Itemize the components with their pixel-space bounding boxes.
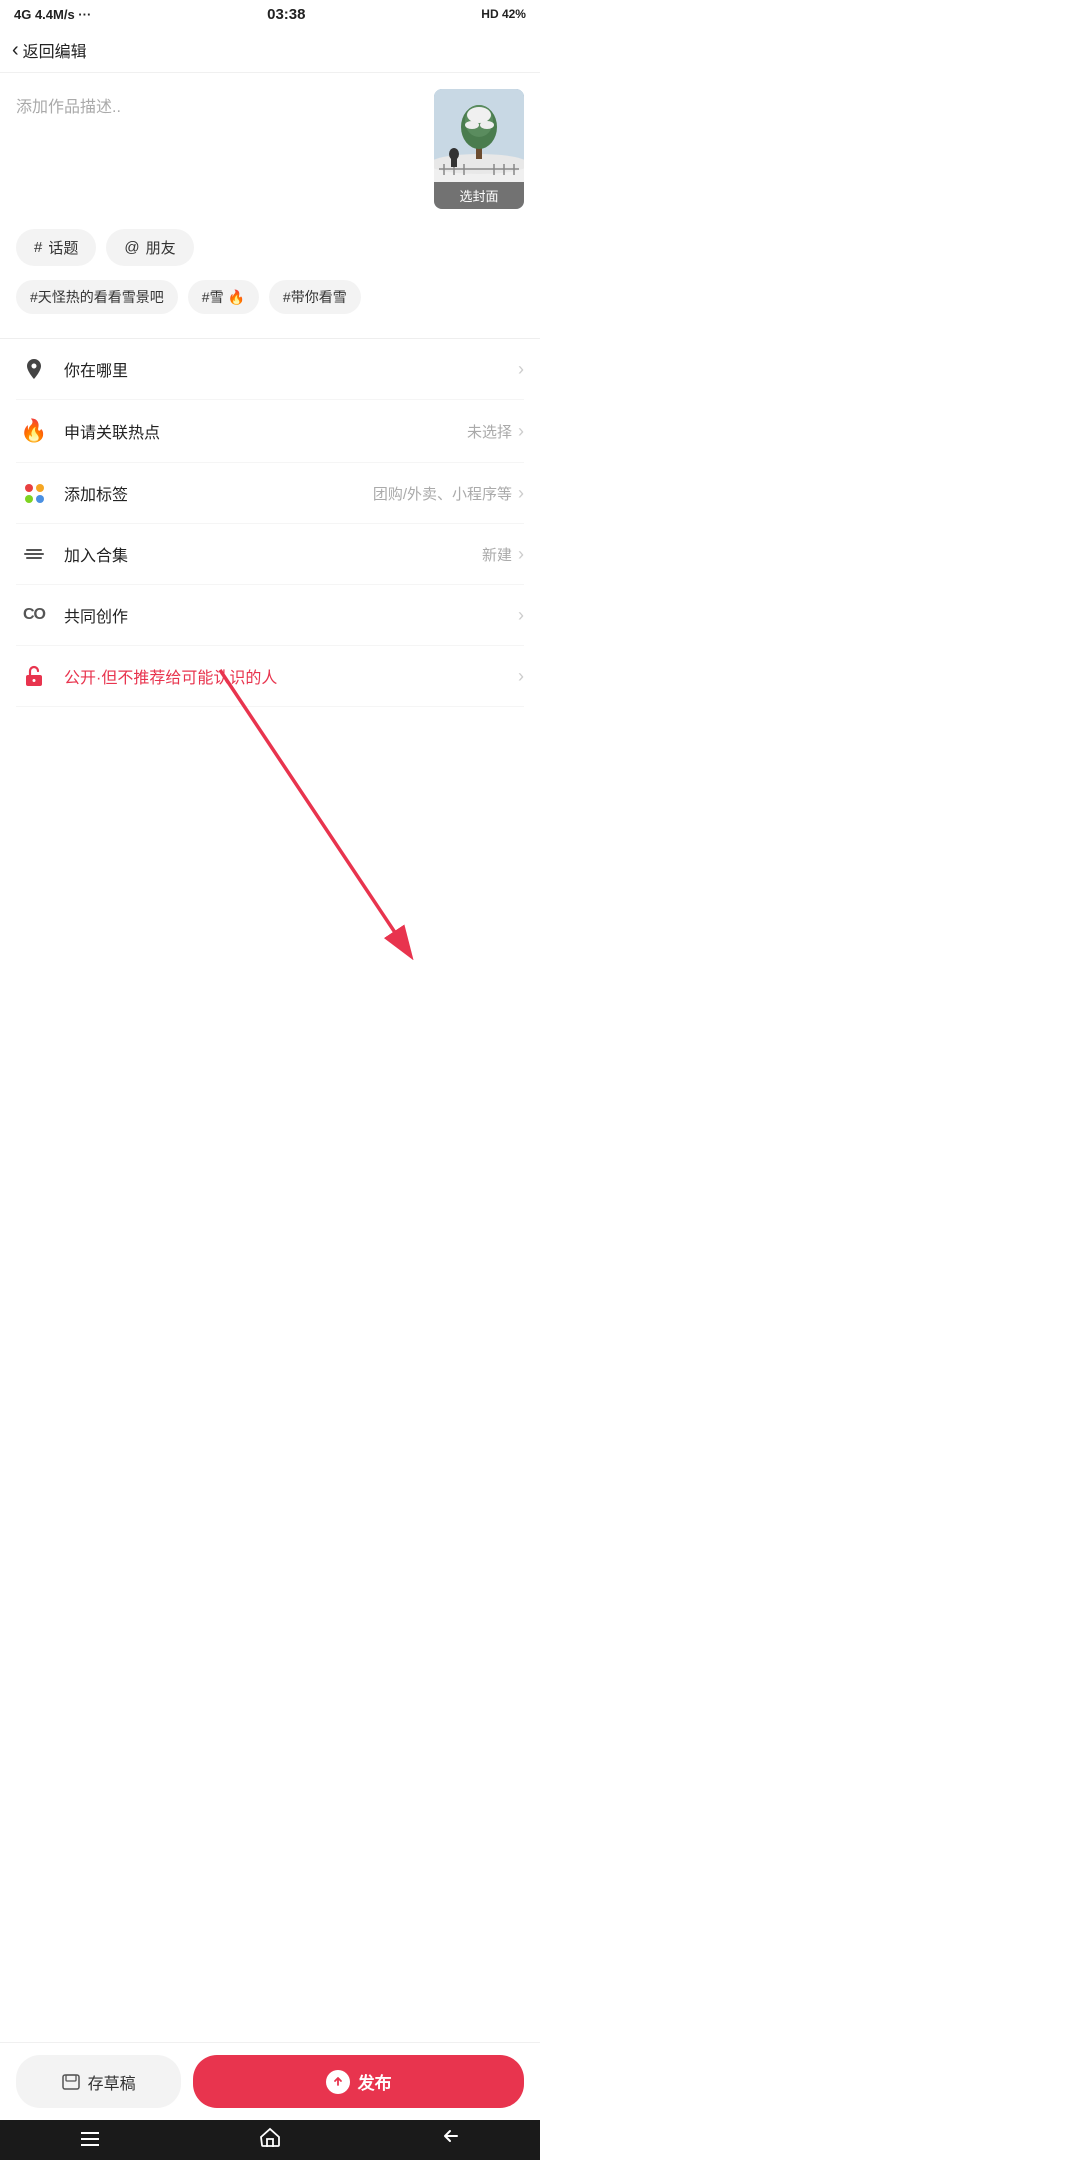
menu-item-hotpoint[interactable]: 🔥 申请关联热点 未选择 › [16, 400, 524, 463]
back-label: 返回编辑 [23, 38, 87, 62]
back-button[interactable]: ‹ 返回编辑 [12, 38, 87, 62]
mention-label: 朋友 [146, 237, 176, 258]
nav-menu-icon[interactable] [78, 2125, 102, 2155]
nav-bar [0, 2120, 540, 2160]
hashtag-label: 话题 [48, 237, 78, 258]
location-arrow-icon: › [518, 359, 524, 380]
page-wrapper: 4G 4.4M/s ··· 03:38 HD 42% ‹ 返回编辑 添加作品描述… [0, 0, 540, 1080]
thumbnail-label[interactable]: 选封面 [434, 182, 524, 209]
lock-icon [16, 664, 52, 688]
hotpoint-value: 未选择 [467, 421, 512, 442]
collab-arrow-icon: › [518, 605, 524, 626]
location-label: 你在哪里 [64, 357, 512, 381]
thumbnail-wrap[interactable]: 选封面 [434, 89, 524, 209]
status-bar: 4G 4.4M/s ··· 03:38 HD 42% [0, 0, 540, 28]
desc-section: 添加作品描述.. [16, 89, 524, 209]
privacy-label: 公开·但不推荐给可能认识的人 [64, 664, 512, 688]
tag-buttons-row: # 话题 @ 朋友 [16, 229, 524, 266]
tags-label: 添加标签 [64, 481, 373, 505]
dots-icon [16, 484, 52, 503]
nav-home-icon[interactable] [258, 2125, 282, 2155]
menu-item-location[interactable]: 你在哪里 › [16, 339, 524, 400]
bottom-spacer [0, 707, 540, 807]
draft-icon [62, 2074, 80, 2090]
hashtag-icon: # [34, 239, 42, 256]
collection-arrow-icon: › [518, 544, 524, 565]
mention-icon: @ [124, 239, 139, 256]
menu-item-privacy[interactable]: 公开·但不推荐给可能认识的人 › [16, 646, 524, 707]
hashtag-chip-2[interactable]: #带你看雪 [269, 280, 361, 314]
hotpoint-label: 申请关联热点 [64, 419, 467, 443]
header: ‹ 返回编辑 [0, 28, 540, 73]
hashtag-button[interactable]: # 话题 [16, 229, 96, 266]
menu-item-collection[interactable]: 加入合集 新建 › [16, 524, 524, 585]
location-icon [16, 357, 52, 381]
collection-label: 加入合集 [64, 542, 482, 566]
hotpoint-arrow-icon: › [518, 421, 524, 442]
privacy-arrow-icon: › [518, 666, 524, 687]
bottom-bar: 存草稿 发布 [0, 2042, 540, 2120]
signal-text: 4G 4.4M/s ··· [14, 7, 91, 22]
publish-icon [326, 2070, 350, 2094]
hashtag-chip-1[interactable]: #雪 🔥 [188, 280, 259, 314]
collab-label: 共同创作 [64, 603, 512, 627]
collection-value: 新建 [482, 544, 512, 565]
description-input[interactable]: 添加作品描述.. [16, 89, 422, 209]
menu-list: 你在哪里 › 🔥 申请关联热点 未选择 › 添加标签 [0, 339, 540, 707]
hashtag-chip-0[interactable]: #天怪热的看看雪景吧 [16, 280, 178, 314]
save-draft-label: 存草稿 [88, 2070, 136, 2094]
nav-back-icon[interactable] [438, 2125, 462, 2155]
hashtag-suggestions-row: #天怪热的看看雪景吧 #雪 🔥 #带你看雪 [16, 280, 524, 318]
tags-value: 团购/外卖、小程序等 [373, 483, 512, 504]
battery-text: HD 42% [481, 7, 526, 21]
publish-label: 发布 [358, 2069, 392, 2094]
fire-icon: 🔥 [16, 418, 52, 444]
menu-item-tags[interactable]: 添加标签 团购/外卖、小程序等 › [16, 463, 524, 524]
layers-icon [16, 549, 52, 559]
status-time: 03:38 [267, 6, 305, 23]
back-arrow-icon: ‹ [12, 39, 19, 62]
status-right: HD 42% [481, 7, 526, 21]
tags-arrow-icon: › [518, 483, 524, 504]
menu-item-collab[interactable]: CO 共同创作 › [16, 585, 524, 646]
mention-button[interactable]: @ 朋友 [106, 229, 193, 266]
publish-button[interactable]: 发布 [193, 2055, 524, 2108]
co-icon: CO [16, 606, 52, 624]
status-left: 4G 4.4M/s ··· [14, 7, 91, 22]
content-area: 添加作品描述.. [0, 73, 540, 318]
save-draft-button[interactable]: 存草稿 [16, 2055, 181, 2108]
